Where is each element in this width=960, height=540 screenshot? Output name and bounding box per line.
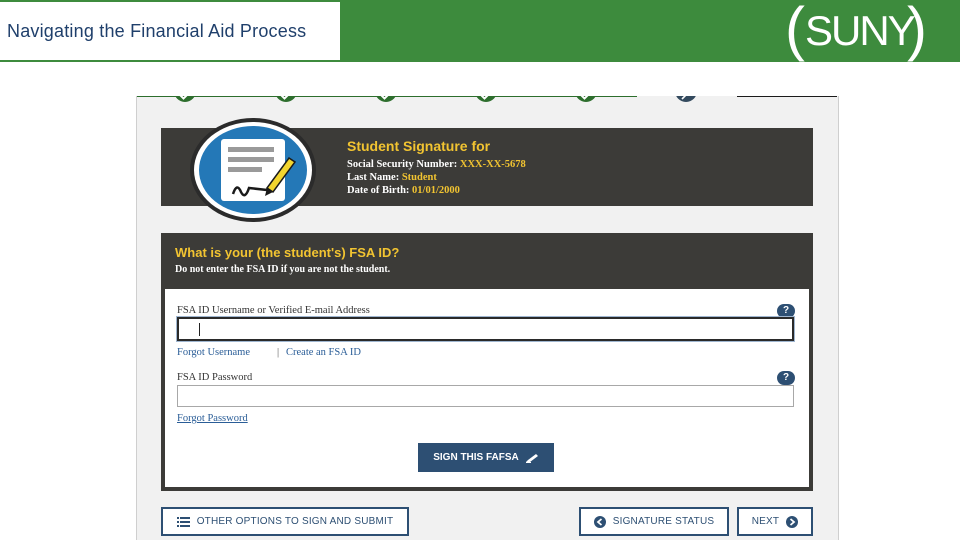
link-separator: | <box>277 347 280 358</box>
dob-value: 01/01/2000 <box>412 185 460 196</box>
title-box: Navigating the Financial Aid Process <box>0 2 340 60</box>
last-name-row: Last Name: Student <box>347 171 526 184</box>
signature-details: Student Signature for Social Security Nu… <box>347 138 526 197</box>
username-label: FSA ID Username or Verified E-mail Addre… <box>177 305 370 316</box>
back-arrow-icon <box>593 515 606 528</box>
other-options-label: OTHER OPTIONS TO SIGN AND SUBMIT <box>196 516 394 527</box>
password-input[interactable] <box>177 385 794 407</box>
dob-label: Date of Birth: <box>347 185 410 196</box>
form-body: FSA ID Username or Verified E-mail Addre… <box>165 289 809 487</box>
sign-fafsa-button[interactable]: SIGN THIS FAFSA <box>418 443 554 472</box>
forward-arrow-icon <box>786 515 799 528</box>
password-help-icon[interactable]: ? <box>777 371 795 385</box>
step-5-complete-icon <box>575 96 597 102</box>
forgot-password-link[interactable]: Forgot Password <box>177 413 248 424</box>
step-3-complete-icon <box>375 96 397 102</box>
step-1-complete-icon <box>174 96 196 102</box>
forgot-username-link[interactable]: Forgot Username <box>177 347 250 358</box>
ssn-label: Social Security Number: <box>347 159 458 170</box>
student-only-warning: Do not enter the FSA ID if you are not t… <box>175 264 391 275</box>
student-signature-header: Student Signature for Social Security Nu… <box>161 118 813 222</box>
suny-logo: ( SUNY ) <box>785 0 927 62</box>
other-options-button[interactable]: OTHER OPTIONS TO SIGN AND SUBMIT <box>161 507 409 536</box>
logo-text: SUNY <box>805 7 916 54</box>
create-fsa-id-link[interactable]: Create an FSA ID <box>286 347 361 358</box>
step-6-current-icon <box>675 96 697 102</box>
sign-fafsa-label: SIGN THIS FAFSA <box>433 452 519 463</box>
signature-status-button[interactable]: SIGNATURE STATUS <box>579 507 729 536</box>
progress-bar-remaining <box>737 96 837 97</box>
ssn-row: Social Security Number: XXX-XX-5678 <box>347 158 526 171</box>
logo-right-paren-icon: ) <box>907 0 927 62</box>
step-2-complete-icon <box>275 96 297 102</box>
next-button[interactable]: NEXT <box>737 507 813 536</box>
fafsa-screenshot: Student Signature for Social Security Nu… <box>136 96 839 540</box>
last-name-value: Student <box>401 172 437 183</box>
next-label: NEXT <box>751 516 780 527</box>
step-4-complete-icon <box>475 96 497 102</box>
signature-title: Student Signature for <box>347 138 491 154</box>
fsa-id-question: What is your (the student's) FSA ID? <box>175 245 400 260</box>
username-input[interactable] <box>177 317 794 341</box>
fsa-id-form: What is your (the student's) FSA ID? Do … <box>161 233 813 491</box>
list-icon <box>176 516 190 527</box>
logo-left-paren-icon: ( <box>785 0 805 62</box>
slide-title: Navigating the Financial Aid Process <box>7 20 307 41</box>
text-caret <box>199 323 200 336</box>
password-label: FSA ID Password <box>177 372 253 383</box>
ssn-value: XXX-XX-5678 <box>459 159 526 170</box>
dob-row: Date of Birth: 01/01/2000 <box>347 184 526 197</box>
signature-status-label: SIGNATURE STATUS <box>612 516 715 527</box>
signature-document-icon <box>189 114 319 224</box>
title-banner: Navigating the Financial Aid Process ( S… <box>0 0 960 62</box>
username-help-icon[interactable]: ? <box>777 304 795 318</box>
pen-icon <box>525 453 538 463</box>
last-name-label: Last Name: <box>347 172 400 183</box>
